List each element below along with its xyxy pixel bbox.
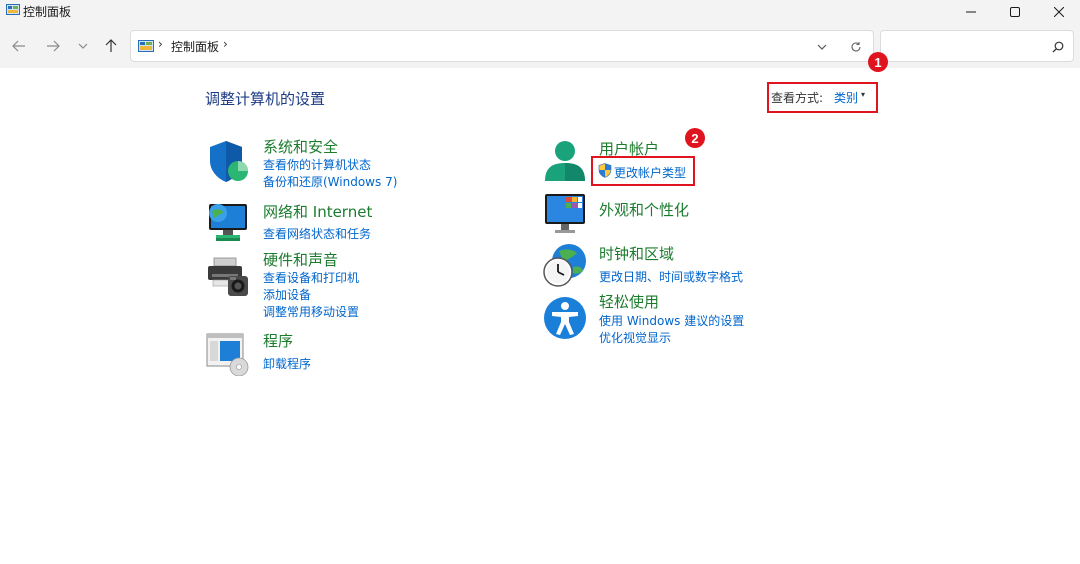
security-shield-icon[interactable] bbox=[206, 139, 250, 183]
link-view-computer-status[interactable]: 查看你的计算机状态 bbox=[263, 156, 371, 173]
close-button[interactable] bbox=[1036, 0, 1080, 24]
maximize-icon bbox=[1010, 7, 1020, 17]
title-bar: 控制面板 bbox=[0, 0, 1080, 24]
link-change-account-type[interactable]: 更改帐户类型 bbox=[614, 164, 686, 181]
forward-button[interactable] bbox=[42, 36, 64, 56]
appearance-monitor-icon[interactable] bbox=[543, 192, 587, 236]
category-system-security[interactable]: 系统和安全 bbox=[263, 136, 338, 157]
refresh-icon bbox=[851, 42, 861, 52]
clock-globe-icon[interactable] bbox=[543, 243, 587, 287]
category-user-accounts[interactable]: 用户帐户 bbox=[599, 138, 659, 159]
link-view-devices-printers[interactable]: 查看设备和打印机 bbox=[263, 269, 359, 286]
link-backup-restore[interactable]: 备份和还原(Windows 7) bbox=[263, 173, 397, 190]
breadcrumb-separator[interactable]: › bbox=[223, 37, 228, 51]
programs-icon[interactable] bbox=[206, 332, 250, 376]
category-appearance[interactable]: 外观和个性化 bbox=[599, 199, 689, 220]
uac-shield-icon bbox=[598, 163, 612, 178]
link-add-device[interactable]: 添加设备 bbox=[263, 286, 311, 303]
window-title: 控制面板 bbox=[23, 5, 72, 19]
address-dropdown-button[interactable] bbox=[814, 39, 830, 55]
annotation-badge-2: 2 bbox=[685, 128, 705, 148]
category-ease-of-access[interactable]: 轻松使用 bbox=[599, 291, 659, 312]
view-by-label: 查看方式: bbox=[771, 91, 824, 105]
control-panel-icon bbox=[6, 4, 20, 15]
breadcrumb-separator[interactable]: › bbox=[158, 37, 163, 51]
link-view-network-status[interactable]: 查看网络状态和任务 bbox=[263, 225, 371, 242]
arrow-up-icon bbox=[105, 39, 117, 52]
chevron-down-icon bbox=[817, 44, 827, 50]
link-change-date-time-format[interactable]: 更改日期、时间或数字格式 bbox=[599, 268, 743, 285]
maximize-button[interactable] bbox=[992, 0, 1038, 24]
recent-locations-button[interactable] bbox=[72, 36, 94, 56]
category-hardware-sound[interactable]: 硬件和声音 bbox=[263, 249, 338, 270]
accessibility-icon[interactable] bbox=[543, 296, 587, 340]
close-icon bbox=[1054, 7, 1064, 17]
breadcrumb-control-panel[interactable]: 控制面板 bbox=[171, 38, 219, 55]
minimize-icon bbox=[966, 11, 976, 13]
view-by-dropdown[interactable]: 类别 bbox=[834, 89, 858, 106]
category-programs[interactable]: 程序 bbox=[263, 330, 293, 351]
link-adjust-mobility-settings[interactable]: 调整常用移动设置 bbox=[263, 303, 359, 320]
user-accounts-icon[interactable] bbox=[543, 139, 587, 183]
page-title: 调整计算机的设置 bbox=[205, 90, 326, 108]
link-use-recommended-settings[interactable]: 使用 Windows 建议的设置 bbox=[599, 312, 744, 329]
caret-down-icon[interactable]: ▾ bbox=[861, 90, 865, 99]
printer-camera-icon[interactable] bbox=[206, 254, 250, 298]
up-button[interactable] bbox=[100, 36, 122, 56]
category-network-internet[interactable]: 网络和 Internet bbox=[263, 201, 372, 222]
control-panel-icon bbox=[138, 40, 154, 52]
link-optimize-visual-display[interactable]: 优化视觉显示 bbox=[599, 329, 671, 346]
link-uninstall-program[interactable]: 卸载程序 bbox=[263, 355, 311, 372]
search-icon[interactable] bbox=[1050, 39, 1066, 55]
navigation-bar: › 控制面板 › bbox=[0, 24, 1080, 68]
chevron-down-icon bbox=[78, 43, 88, 49]
category-clock-region[interactable]: 时钟和区域 bbox=[599, 243, 674, 264]
refresh-button[interactable] bbox=[848, 39, 864, 55]
search-input[interactable] bbox=[880, 30, 1074, 62]
minimize-button[interactable] bbox=[948, 0, 994, 24]
arrow-right-icon bbox=[47, 40, 60, 52]
address-bar[interactable]: › 控制面板 › bbox=[130, 30, 874, 62]
arrow-left-icon bbox=[12, 40, 25, 52]
back-button[interactable] bbox=[8, 36, 30, 56]
network-monitor-icon[interactable] bbox=[206, 200, 250, 244]
annotation-badge-1: 1 bbox=[868, 52, 888, 72]
